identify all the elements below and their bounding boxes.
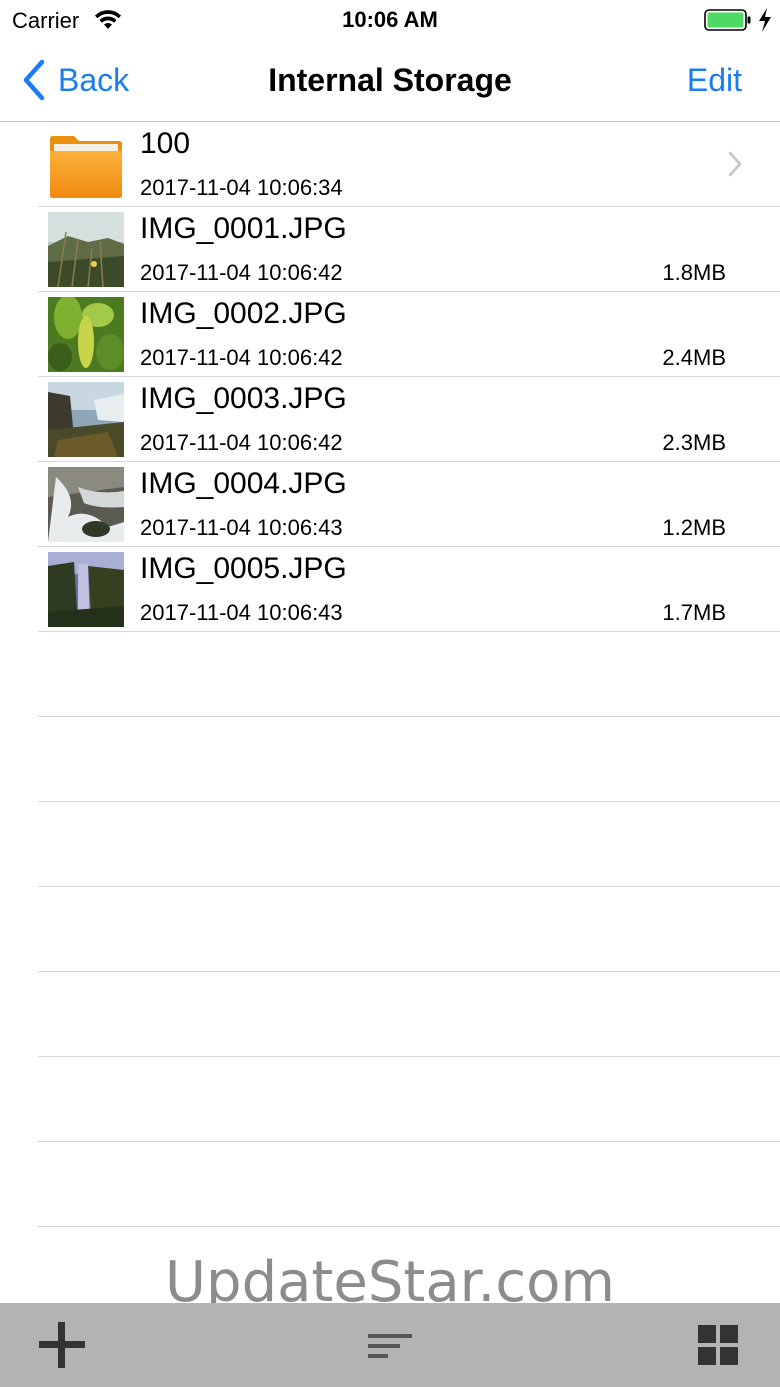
add-button[interactable] xyxy=(34,1317,90,1373)
file-size: 1.7MB xyxy=(662,600,726,625)
list-item-file[interactable]: IMG_0003.JPG 2017-11-04 10:06:42 2.3MB xyxy=(38,377,780,462)
grid-view-button[interactable] xyxy=(690,1317,746,1373)
empty-row xyxy=(38,1142,780,1227)
chevron-right-icon xyxy=(728,151,742,177)
empty-row xyxy=(38,887,780,972)
edit-button[interactable]: Edit xyxy=(687,62,742,99)
folder-icon xyxy=(48,127,124,202)
list-item-file[interactable]: IMG_0004.JPG 2017-11-04 10:06:43 1.2MB xyxy=(38,462,780,547)
battery-icon xyxy=(704,8,752,32)
file-name: 100 xyxy=(140,127,191,160)
clock: 10:06 AM xyxy=(342,7,438,32)
plus-icon xyxy=(39,1322,85,1368)
list-item-file[interactable]: IMG_0001.JPG 2017-11-04 10:06:42 1.8MB xyxy=(38,207,780,292)
image-thumbnail xyxy=(48,467,124,542)
page-title: Internal Storage xyxy=(268,62,512,98)
status-bar: Carrier 10:06 AM xyxy=(0,0,780,40)
file-list: 100 2017-11-04 10:06:34 IMG_0001.JPG 201… xyxy=(0,122,780,1227)
image-thumbnail xyxy=(48,552,124,627)
list-item-file[interactable]: IMG_0005.JPG 2017-11-04 10:06:43 1.7MB xyxy=(38,547,780,632)
sort-button[interactable] xyxy=(362,1317,418,1373)
file-name: IMG_0003.JPG xyxy=(140,382,347,415)
file-name: IMG_0005.JPG xyxy=(140,552,347,585)
image-thumbnail xyxy=(48,297,124,372)
sort-lines-icon xyxy=(368,1334,412,1358)
file-date: 2017-11-04 10:06:34 xyxy=(140,175,343,200)
empty-row xyxy=(38,632,780,717)
file-size: 1.2MB xyxy=(662,515,726,540)
file-size: 2.4MB xyxy=(662,345,726,370)
file-date: 2017-11-04 10:06:42 xyxy=(140,260,343,285)
list-item-file[interactable]: IMG_0002.JPG 2017-11-04 10:06:42 2.4MB xyxy=(38,292,780,377)
file-name: IMG_0004.JPG xyxy=(140,467,347,500)
empty-row xyxy=(38,1057,780,1142)
image-thumbnail xyxy=(48,382,124,457)
list-item-folder-100[interactable]: 100 2017-11-04 10:06:34 xyxy=(38,122,780,207)
file-size: 2.3MB xyxy=(662,430,726,455)
file-date: 2017-11-04 10:06:42 xyxy=(140,345,343,370)
empty-row xyxy=(38,717,780,802)
file-date: 2017-11-04 10:06:43 xyxy=(140,515,343,540)
file-date: 2017-11-04 10:06:42 xyxy=(140,430,343,455)
bottom-toolbar xyxy=(0,1303,780,1387)
file-name: IMG_0001.JPG xyxy=(140,212,347,245)
empty-row xyxy=(38,972,780,1057)
image-thumbnail xyxy=(48,212,124,287)
file-size: 1.8MB xyxy=(662,260,726,285)
navigation-bar: Back Internal Storage Edit xyxy=(0,40,780,122)
charging-bolt-icon xyxy=(757,7,773,33)
file-name: IMG_0002.JPG xyxy=(140,297,347,330)
file-date: 2017-11-04 10:06:43 xyxy=(140,600,343,625)
empty-row xyxy=(38,802,780,887)
grid-view-icon xyxy=(698,1325,738,1365)
